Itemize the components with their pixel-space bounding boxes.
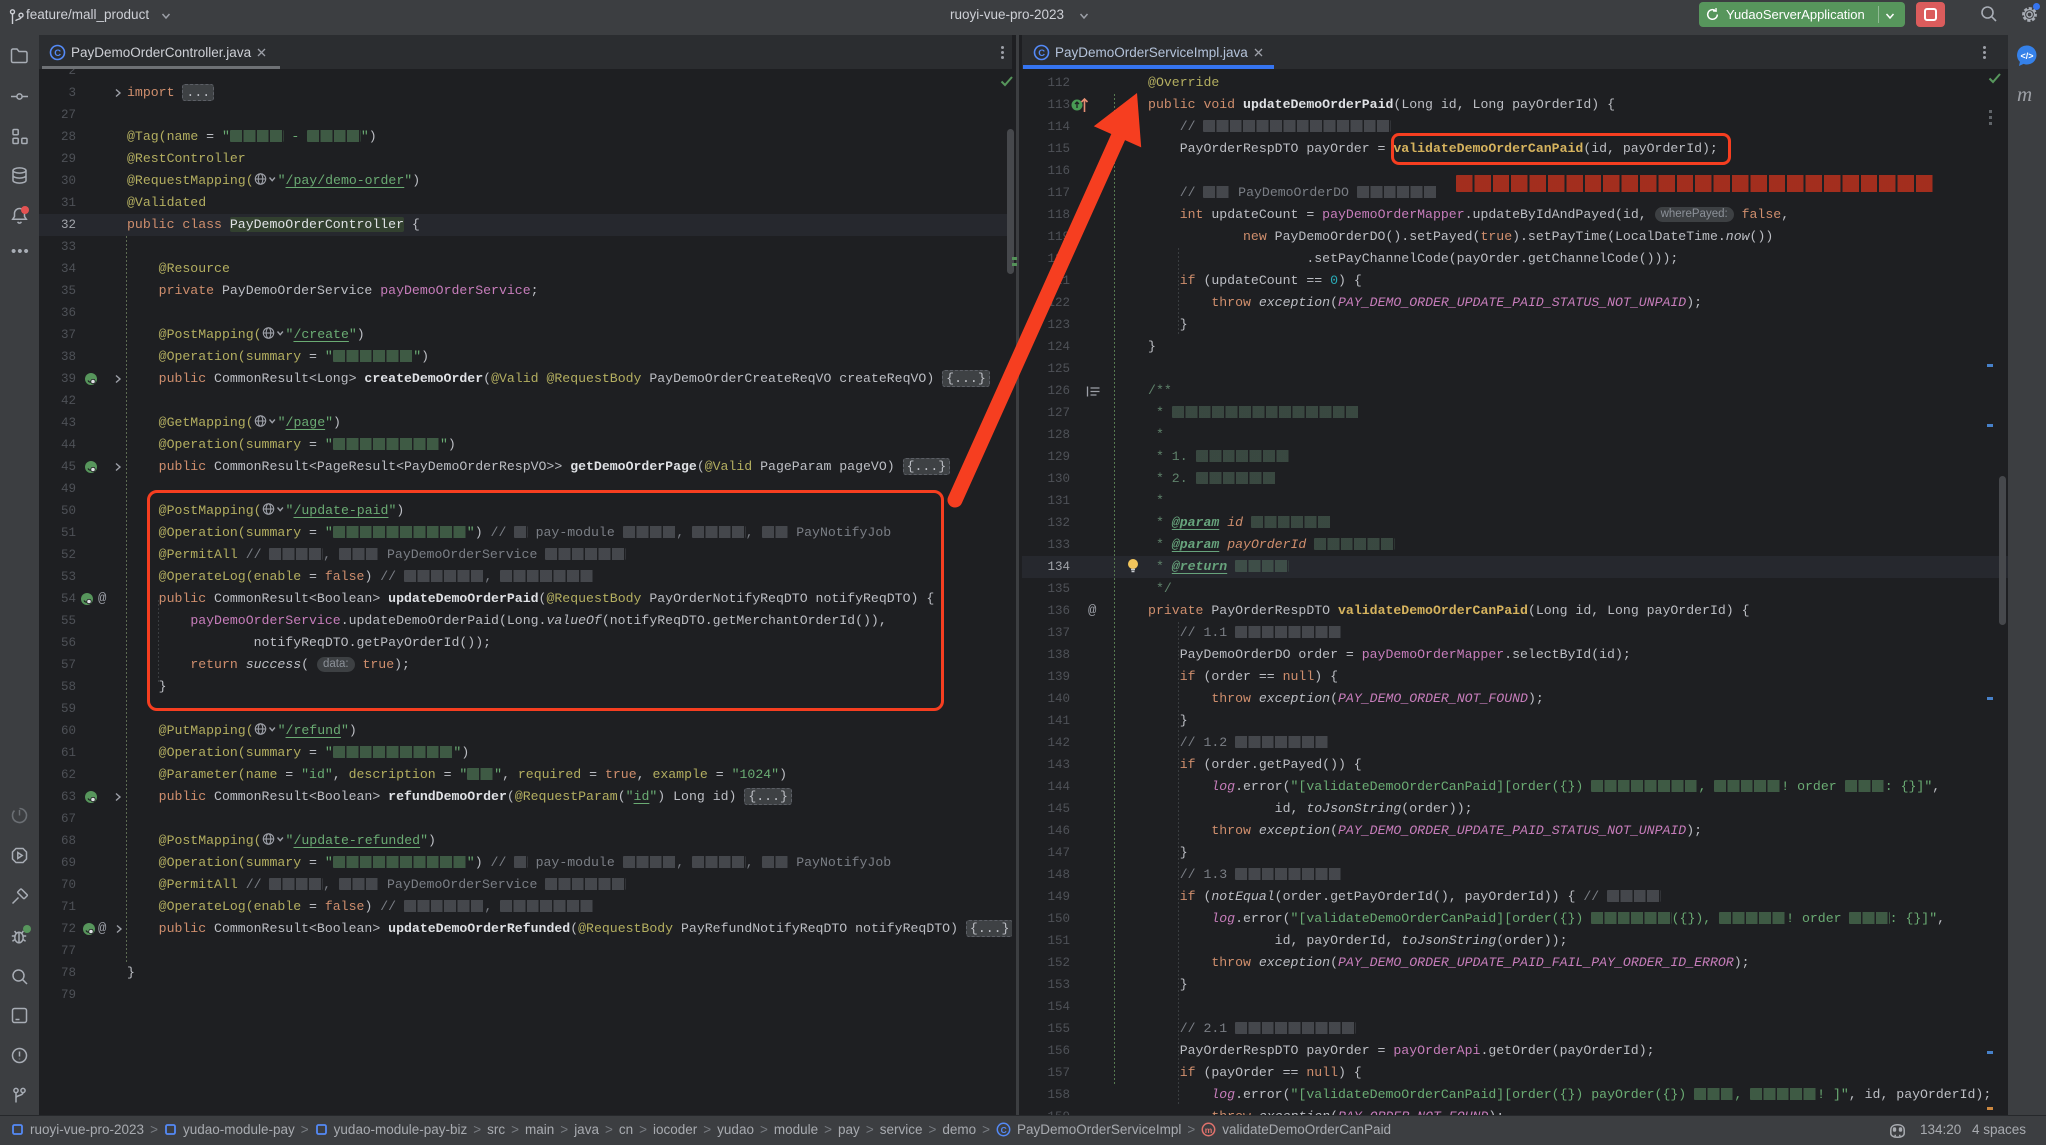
- svg-text:m: m: [1205, 1125, 1213, 1135]
- svg-text:C: C: [1001, 1125, 1007, 1135]
